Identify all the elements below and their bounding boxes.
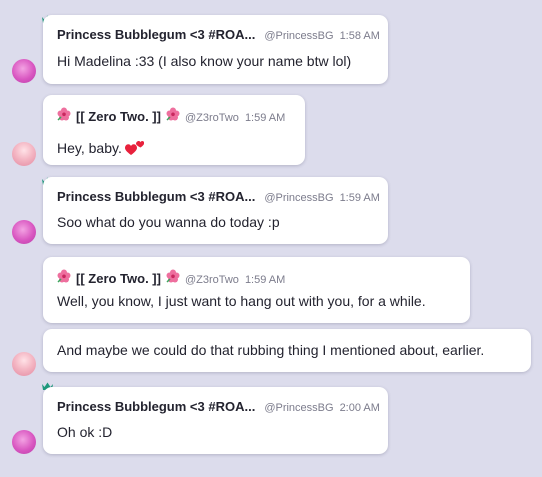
princess-bubblegum-avatar[interactable]: [12, 59, 36, 83]
username[interactable]: [[ Zero Two. ]]: [76, 109, 161, 124]
timestamp: 1:59 AM: [339, 192, 380, 204]
message-bubble: Princess Bubblegum <3 #ROA... @PrincessB…: [43, 177, 388, 244]
message-text-content: Hey, baby.: [57, 140, 122, 156]
username[interactable]: [[ Zero Two. ]]: [76, 271, 161, 286]
hibiscus-icon: [166, 107, 180, 121]
message-bubble: Princess Bubblegum <3 #ROA... @PrincessB…: [43, 15, 388, 84]
message-text: Well, you know, I just want to hang out …: [57, 293, 426, 309]
zero-two-avatar[interactable]: [12, 142, 36, 166]
message-bubble: [[ Zero Two. ]] @Z3roTwo 1:59 AM Well, y…: [43, 257, 470, 323]
message-header: [[ Zero Two. ]] @Z3roTwo 1:59 AM: [57, 269, 285, 286]
user-handle: @PrincessBG: [264, 192, 334, 204]
princess-bubblegum-avatar[interactable]: [12, 220, 36, 244]
timestamp: 1:59 AM: [244, 274, 286, 286]
user-handle: @Z3roTwo: [184, 112, 239, 124]
message-text: Hey, baby.: [57, 135, 144, 157]
message-header: Princess Bubblegum <3 #ROA... @PrincessB…: [57, 189, 380, 204]
hibiscus-icon: [57, 269, 71, 283]
username[interactable]: Princess Bubblegum <3 #ROA...: [57, 27, 255, 42]
user-handle: @PrincessBG: [264, 402, 334, 414]
user-handle: @Z3roTwo: [184, 274, 239, 286]
zero-two-avatar[interactable]: [12, 352, 36, 376]
message-text: Hi Madelina :33 (I also know your name b…: [57, 53, 352, 69]
message-text: Soo what do you wanna do today :p: [57, 214, 280, 230]
message-bubble: [[ Zero Two. ]] @Z3roTwo 1:59 AM Hey, ba…: [43, 95, 305, 165]
timestamp: 1:59 AM: [244, 112, 286, 124]
hibiscus-icon: [166, 269, 180, 283]
princess-bubblegum-avatar[interactable]: [12, 430, 36, 454]
message-header: [[ Zero Two. ]] @Z3roTwo 1:59 AM: [57, 107, 285, 124]
message-bubble: Princess Bubblegum <3 #ROA... @PrincessB…: [43, 387, 388, 454]
timestamp: 2:00 AM: [339, 402, 380, 414]
two-hearts-icon: [124, 141, 144, 155]
message-text: Oh ok :D: [57, 424, 113, 440]
message-text: And maybe we could do that rubbing thing…: [57, 342, 485, 358]
user-handle: @PrincessBG: [264, 30, 334, 42]
username[interactable]: Princess Bubblegum <3 #ROA...: [57, 399, 255, 414]
timestamp: 1:58 AM: [339, 30, 380, 42]
message-header: Princess Bubblegum <3 #ROA... @PrincessB…: [57, 399, 380, 414]
message-bubble: And maybe we could do that rubbing thing…: [43, 329, 531, 372]
message-header: Princess Bubblegum <3 #ROA... @PrincessB…: [57, 27, 380, 42]
hibiscus-icon: [57, 107, 71, 121]
username[interactable]: Princess Bubblegum <3 #ROA...: [57, 189, 255, 204]
